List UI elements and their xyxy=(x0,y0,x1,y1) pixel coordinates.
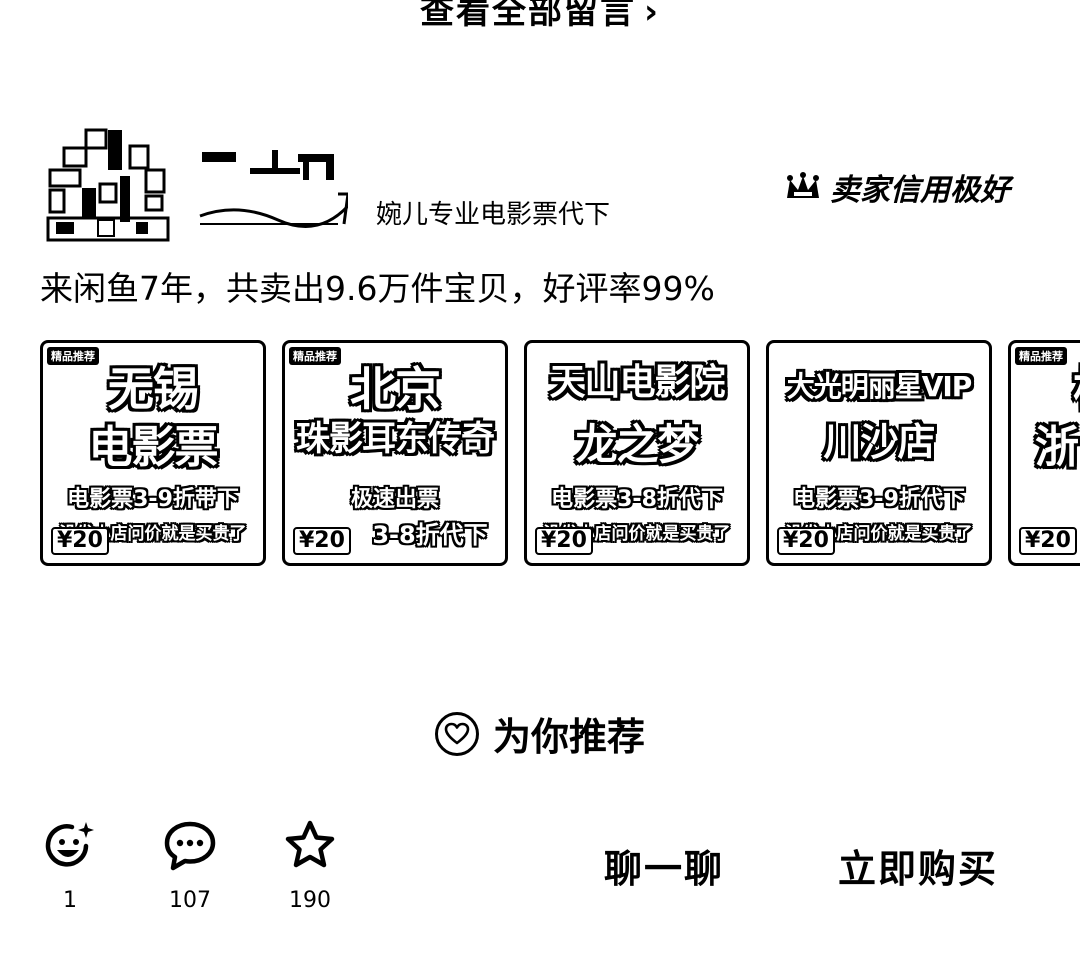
handwritten-name-icon xyxy=(199,150,350,228)
card-title-line1: 无锡 xyxy=(108,362,199,416)
card-title-line1: 大光明丽星VIP xyxy=(786,370,973,403)
recommend-header: 为你推荐 xyxy=(0,706,1080,761)
card-title-line2: 电影票 xyxy=(88,422,219,473)
crown-icon xyxy=(787,172,819,198)
like-action[interactable]: 1 xyxy=(40,818,100,913)
comment-bubble-icon xyxy=(164,821,216,871)
heart-icon xyxy=(434,711,479,756)
comment-count: 107 xyxy=(169,888,211,913)
card-discount: 电影票3-8折代下 xyxy=(551,487,723,512)
recommend-label: 为你推荐 xyxy=(492,715,645,759)
card-price: ¥20 xyxy=(535,527,593,555)
card-slogan: 3-8折代下 xyxy=(372,521,488,549)
card-title-line2: 龙之梦 xyxy=(575,420,699,469)
card-discount: 电影票3-9折代下 xyxy=(793,487,965,512)
comment-action[interactable]: 107 xyxy=(160,818,220,913)
seller-credit-label: 卖家信用极好 xyxy=(830,173,1010,208)
card-badge: 精品推荐 xyxy=(1015,347,1067,365)
pixel-avatar-icon xyxy=(46,126,170,244)
favorite-action[interactable]: 190 xyxy=(280,818,340,913)
chat-button[interactable]: 聊一聊 xyxy=(604,838,724,893)
card-title-line1: 杭 xyxy=(1073,353,1080,419)
seller-subtitle: 婉儿专业电影票代下 xyxy=(376,200,611,230)
favorite-count: 190 xyxy=(289,888,331,913)
card-discount: 电影票3-9折带下 xyxy=(67,487,239,512)
star-icon xyxy=(285,820,335,868)
card-price: ¥20 xyxy=(293,527,351,555)
seller-avatar[interactable] xyxy=(46,126,170,244)
product-card[interactable]: 精品推荐 无锡 电影票 电影票3-9折带下 没发小店问价就是买贵了 ¥20 xyxy=(40,340,266,566)
card-title-line1: 北京 xyxy=(350,362,441,416)
card-price: ¥20 xyxy=(1019,527,1077,555)
seller-name-image[interactable] xyxy=(198,146,350,230)
card-title-line1: 天山电影院 xyxy=(549,362,725,403)
product-card[interactable]: 大光明丽星VIP 川沙店 电影票3-9折代下 没发小店问价就是买贵了 ¥20 xyxy=(766,340,992,566)
like-count: 1 xyxy=(63,888,77,913)
card-price: ¥20 xyxy=(51,527,109,555)
card-price: ¥20 xyxy=(777,527,835,555)
product-card[interactable]: 精品推荐 杭 浙 ¥20 xyxy=(1008,340,1080,566)
seller-products-carousel[interactable]: 精品推荐 无锡 电影票 电影票3-9折带下 没发小店问价就是买贵了 ¥20 精品… xyxy=(40,340,1080,572)
view-all-comments-link[interactable]: 查看全部留言 › xyxy=(0,0,1080,33)
card-title-line2: 珠影耳东传奇 xyxy=(296,419,495,459)
product-card[interactable]: 精品推荐 北京 珠影耳东传奇 极速出票 3-8折代下 ¥20 xyxy=(282,340,508,566)
card-title-line2: 川沙店 xyxy=(823,420,935,464)
chevron-right-icon: › xyxy=(643,0,660,32)
card-discount: 极速出票 xyxy=(350,487,439,512)
smile-plus-icon xyxy=(45,822,94,867)
seller-stats: 来闲鱼7年，共卖出9.6万件宝贝，好评率99% xyxy=(40,269,715,308)
seller-credit-badge: 卖家信用极好 xyxy=(784,165,1010,209)
buy-now-button[interactable]: 立即购买 xyxy=(838,838,998,893)
card-title-line2: 浙 xyxy=(1035,422,1079,473)
product-card[interactable]: 天山电影院 龙之梦 电影票3-8折代下 没发小店问价就是买贵了 ¥20 xyxy=(524,340,750,566)
view-all-comments-label: 查看全部留言 xyxy=(419,0,636,32)
